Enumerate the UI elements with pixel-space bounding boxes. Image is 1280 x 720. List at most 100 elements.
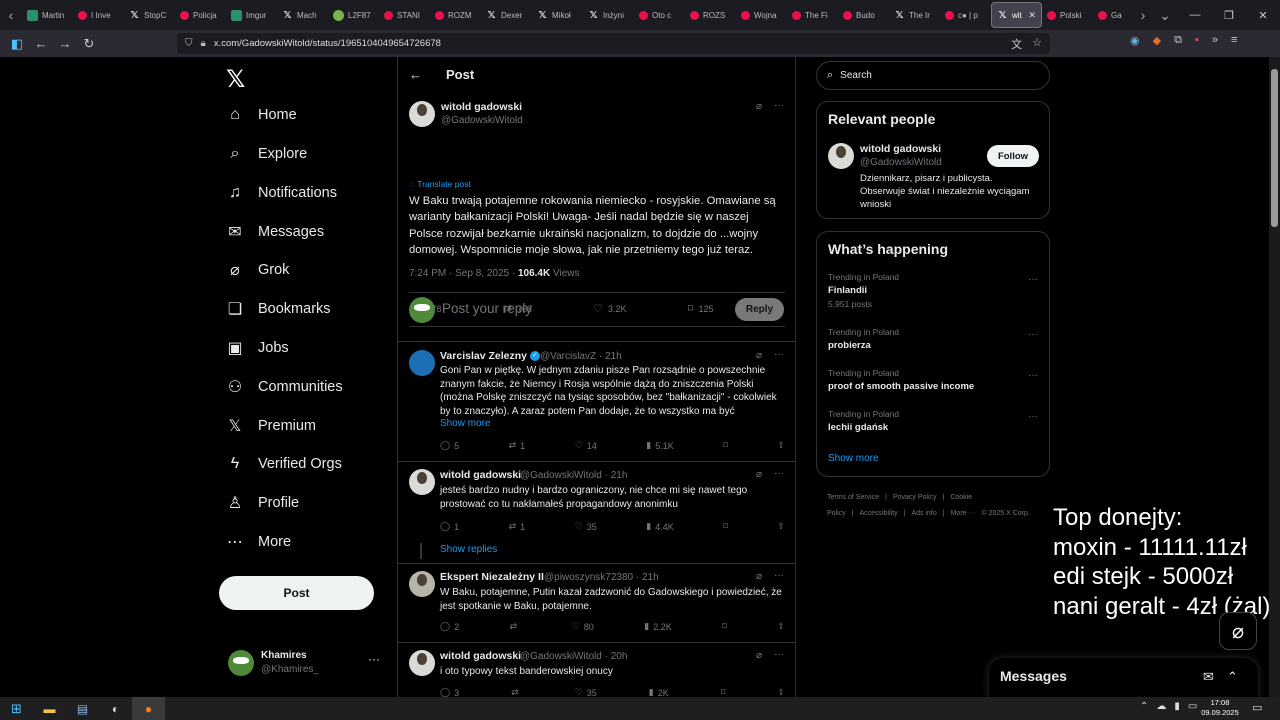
more-options-icon[interactable]: ··· xyxy=(1028,274,1038,285)
nav-item-more[interactable]: ⋯ More xyxy=(226,527,291,557)
browser-tab[interactable]: Ga xyxy=(1093,2,1132,28)
nav-item-notifications[interactable]: ♫ Notifications xyxy=(226,178,337,208)
grok-icon[interactable]: ⌀ xyxy=(756,350,762,361)
tab-list-menu-icon[interactable]: ⌄ xyxy=(1154,7,1176,24)
bookmark-button[interactable]: ⌑ xyxy=(721,687,726,697)
browser-tab[interactable]: Budo xyxy=(838,2,889,28)
reply-submit-button[interactable]: Reply xyxy=(735,298,784,321)
shield-icon[interactable]: ⛉ xyxy=(185,38,193,49)
grok-floating-button[interactable]: ⌀ xyxy=(1219,612,1257,650)
views-button[interactable]: ▮ 4.4K xyxy=(646,521,673,532)
more-options-icon[interactable]: ··· xyxy=(774,570,784,581)
extension-puzzle-icon[interactable]: ⧉ xyxy=(1174,34,1182,47)
hamburger-menu-icon[interactable]: ≡ xyxy=(1231,34,1237,47)
repost-button[interactable]: ⇄ xyxy=(510,621,522,632)
avatar[interactable] xyxy=(409,650,435,676)
avatar[interactable] xyxy=(828,143,854,169)
footer-link[interactable]: Accessibility xyxy=(860,510,898,517)
forward-icon[interactable]: → xyxy=(53,36,77,51)
nav-item-communities[interactable]: ⚇ Communities xyxy=(226,372,343,402)
reply-author-name[interactable]: witold gadowski xyxy=(440,650,521,662)
expand-drawer-icon[interactable]: ⌃ xyxy=(1227,669,1238,685)
lock-icon[interactable]: 🔒︎ xyxy=(201,38,206,49)
overflow-menu-icon[interactable]: » xyxy=(1212,34,1218,47)
reply-input[interactable]: Post your reply xyxy=(442,301,532,316)
reply-author-name[interactable]: witold gadowski xyxy=(440,469,521,481)
back-arrow-icon[interactable]: ← xyxy=(409,67,422,82)
views-button[interactable]: ▮ 5.1K xyxy=(646,440,673,451)
browser-tab[interactable]: Policja xyxy=(175,2,226,28)
more-options-icon[interactable]: ··· xyxy=(1028,329,1038,340)
back-icon[interactable]: ← xyxy=(29,36,53,51)
nav-item-grok[interactable]: ⌀ Grok xyxy=(226,255,289,285)
repost-button[interactable]: ⇄ 1 xyxy=(509,521,526,532)
tray-chevron-icon[interactable]: ⌃ xyxy=(1140,701,1148,712)
nav-item-premium[interactable]: 𝕏 Premium xyxy=(226,411,316,441)
footer-link[interactable]: Terms of Service xyxy=(827,494,879,501)
reply-item[interactable]: Varcislav Zelezny ✓ @VarcislavZ · 21h ⌀ … xyxy=(398,345,795,459)
url-text[interactable]: x.com/GadowskiWitold/status/196510404965… xyxy=(214,38,441,49)
scrollbar-thumb[interactable] xyxy=(1271,69,1278,227)
browser-tab[interactable]: 𝕏 Inżyni xyxy=(583,2,634,28)
reply-author-handle[interactable]: @VarcislavZ · 21h xyxy=(540,351,622,362)
translate-icon[interactable]: 文 xyxy=(1011,36,1022,52)
more-options-icon[interactable]: ··· xyxy=(774,468,784,479)
more-options-icon[interactable]: ··· xyxy=(774,100,784,111)
follow-button[interactable]: Follow xyxy=(987,145,1039,167)
like-button[interactable]: ♡ 35 xyxy=(575,687,597,697)
post-author-handle[interactable]: @GadowskiWitold xyxy=(441,115,523,126)
browser-tab[interactable]: Oto c xyxy=(634,2,685,28)
footer-link[interactable]: Privacy Policy xyxy=(893,494,937,501)
browser-tab[interactable]: 𝕏 Mach xyxy=(277,2,328,28)
bookmark-button[interactable]: ⌑ xyxy=(722,621,727,632)
tab-scroll-right-icon[interactable]: › xyxy=(1132,7,1154,23)
show-more-link[interactable]: Show more xyxy=(828,453,879,464)
browser-tab[interactable]: Polski xyxy=(1042,2,1093,28)
system-clock[interactable]: 17:08 09.09.2025 xyxy=(1200,698,1240,718)
trend-item[interactable]: Trending in Poland proof of smooth passi… xyxy=(828,368,1038,392)
sidebar-toggle-icon[interactable]: ◧ xyxy=(5,36,29,52)
reply-author-handle[interactable]: @GadowskiWitold · 20h xyxy=(520,651,627,662)
repost-button[interactable]: ⇄ xyxy=(511,687,523,697)
grok-icon[interactable]: ⌀ xyxy=(756,650,762,661)
more-options-icon[interactable]: ··· xyxy=(1028,411,1038,422)
nav-item-messages[interactable]: ✉ Messages xyxy=(226,217,324,247)
browser-tab[interactable]: ROZM xyxy=(430,2,481,28)
page-scrollbar[interactable] xyxy=(1269,57,1280,697)
reply-item[interactable]: witold gadowski @GadowskiWitold · 20h ⌀ … xyxy=(398,646,795,697)
close-window-icon[interactable]: ✕ xyxy=(1246,9,1280,22)
grok-icon[interactable]: ⌀ xyxy=(756,571,762,582)
grok-icon[interactable]: ⌀ xyxy=(756,469,762,480)
footer-link[interactable]: More ··· xyxy=(951,510,976,517)
post-button[interactable]: Post xyxy=(219,576,374,610)
browser-tab[interactable]: 𝕏 Mikoł xyxy=(532,2,583,28)
extension-fox-icon[interactable]: ◆ xyxy=(1153,34,1161,47)
share-button[interactable]: ⇪ xyxy=(777,687,785,697)
browser-tab[interactable]: 𝕏 StopC xyxy=(124,2,175,28)
cloud-icon[interactable]: ☁ xyxy=(1156,701,1166,712)
search-input[interactable]: ⌕ Search xyxy=(816,61,1050,90)
share-button[interactable]: ⇪ xyxy=(777,440,785,451)
footer-link[interactable]: Ads info xyxy=(911,510,936,517)
browser-tab[interactable]: Wojna xyxy=(736,2,787,28)
tab-scroll-left-icon[interactable]: ‹ xyxy=(0,7,22,23)
bookmark-star-icon[interactable]: ☆ xyxy=(1032,36,1042,52)
show-replies-link[interactable]: Show replies xyxy=(440,544,497,555)
tab-close-icon[interactable]: ✕ xyxy=(1028,10,1036,21)
steam-icon[interactable]: ◐ xyxy=(99,697,132,720)
like-button[interactable]: ♡ 14 xyxy=(575,440,597,451)
nav-item-explore[interactable]: ⌕ Explore xyxy=(226,139,308,169)
notification-icon[interactable]: ▭ xyxy=(1252,701,1262,714)
browser-tab[interactable]: Imgur xyxy=(226,2,277,28)
account-switcher[interactable]: Khamires @Khamires_ ··· xyxy=(228,647,388,687)
reply-button[interactable]: ◯ 2 xyxy=(440,621,459,632)
reply-button[interactable]: ◯ 1 xyxy=(440,521,459,532)
avatar[interactable] xyxy=(409,571,435,597)
post-timestamp[interactable]: 7:24 PM · Sep 8, 2025 · xyxy=(409,268,518,279)
browser-tab[interactable]: Martin xyxy=(22,2,73,28)
address-bar[interactable]: ⛉ 🔒︎ x.com/GadowskiWitold/status/1965104… xyxy=(177,33,1050,54)
browser-tab[interactable]: 𝕏 Dexer xyxy=(481,2,532,28)
x-logo-icon[interactable]: 𝕏 xyxy=(226,65,245,94)
like-button[interactable]: ♡ 35 xyxy=(575,521,597,532)
views-button[interactable]: ▮ 2K xyxy=(649,687,669,697)
